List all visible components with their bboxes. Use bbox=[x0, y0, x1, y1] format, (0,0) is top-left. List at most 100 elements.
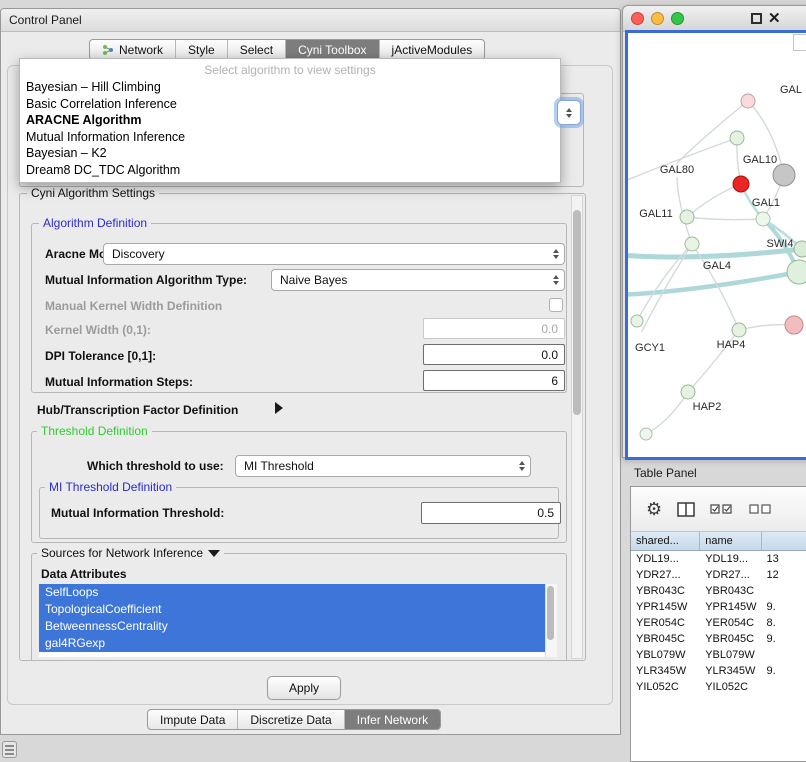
settings-scrollbar[interactable] bbox=[571, 195, 583, 659]
tab-network[interactable]: Network bbox=[90, 40, 176, 59]
mi-steps-input[interactable]: 6 bbox=[423, 370, 565, 391]
tab-jactivemodules[interactable]: jActiveModules bbox=[380, 40, 485, 59]
network-node-label: GAL4 bbox=[703, 260, 731, 272]
network-scrollbar-stub[interactable] bbox=[793, 34, 806, 51]
network-node[interactable] bbox=[773, 164, 795, 186]
apply-button[interactable]: Apply bbox=[267, 676, 341, 700]
show-columns-icon[interactable] bbox=[677, 502, 695, 517]
table-cell: YIL052C bbox=[700, 679, 761, 695]
table-cell: 8. bbox=[762, 615, 806, 631]
algorithm-option[interactable]: Basic Correlation Inference bbox=[20, 96, 560, 113]
table-cell: 12 bbox=[762, 567, 806, 583]
close-window-icon[interactable] bbox=[631, 12, 644, 25]
table-toolbar: ⚙ bbox=[631, 487, 806, 532]
network-node-label: GAL1 bbox=[752, 197, 780, 209]
network-node[interactable] bbox=[785, 316, 803, 334]
deselect-all-icon[interactable] bbox=[749, 503, 773, 515]
column-header-clipped[interactable] bbox=[762, 532, 806, 551]
settings-icon[interactable]: ⚙ bbox=[646, 500, 662, 518]
network-node[interactable] bbox=[787, 260, 806, 284]
table-row[interactable]: YIL052CYIL052C bbox=[631, 679, 806, 695]
network-node[interactable] bbox=[640, 428, 652, 440]
attribute-item-selected[interactable]: TopologicalCoefficient bbox=[39, 601, 557, 618]
combo-arrows-icon bbox=[553, 249, 559, 259]
dpi-tolerance-label: DPI Tolerance [0,1]: bbox=[45, 349, 156, 363]
settings-scrollbar-thumb[interactable] bbox=[573, 210, 581, 415]
table-cell: 9. bbox=[762, 631, 806, 647]
table-row[interactable]: YBR043CYBR043C bbox=[631, 583, 806, 599]
network-node[interactable] bbox=[680, 210, 694, 224]
table-row[interactable]: YBR045CYBR045C9. bbox=[631, 631, 806, 647]
network-edge[interactable] bbox=[687, 217, 763, 220]
desktop: Control Panel Network Style Select Cyni … bbox=[0, 0, 806, 762]
manual-kernel-width-checkbox[interactable] bbox=[549, 298, 563, 312]
table-row[interactable]: YBL079WYBL079W bbox=[631, 647, 806, 663]
hub-expand-icon[interactable] bbox=[275, 402, 283, 414]
network-node[interactable] bbox=[685, 237, 699, 251]
table-row[interactable]: YDR27...YDR27...12 bbox=[631, 567, 806, 583]
select-all-icon[interactable] bbox=[710, 503, 734, 515]
column-header-shared-name[interactable]: shared... bbox=[631, 532, 700, 551]
network-edge[interactable] bbox=[628, 138, 737, 183]
attribute-item-selected[interactable]: gal4RGexp bbox=[39, 635, 557, 652]
network-node-label: GAL11 bbox=[639, 208, 672, 220]
column-header-name[interactable]: name bbox=[700, 532, 761, 551]
algorithm-definition-title: Algorithm Definition bbox=[39, 217, 151, 230]
table-row[interactable]: YDL19...YDL19...13 bbox=[631, 551, 806, 567]
network-node[interactable] bbox=[730, 131, 744, 145]
which-threshold-combo[interactable]: MI Threshold bbox=[235, 455, 531, 477]
algorithm-option[interactable]: Mutual Information Inference bbox=[20, 129, 560, 146]
network-node[interactable] bbox=[732, 323, 746, 337]
tab-discretize-data[interactable]: Discretize Data bbox=[238, 710, 344, 729]
algorithm-combo-stepper[interactable] bbox=[557, 100, 581, 125]
network-node[interactable] bbox=[733, 176, 749, 192]
table-cell: YBR043C bbox=[700, 583, 761, 599]
mi-algorithm-type-combo[interactable]: Naive Bayes bbox=[271, 269, 565, 291]
network-node[interactable] bbox=[756, 212, 770, 226]
attribute-item-selected[interactable]: BetweennessCentrality bbox=[39, 618, 557, 635]
mi-threshold-input[interactable]: 0.5 bbox=[421, 502, 561, 524]
tab-select[interactable]: Select bbox=[228, 40, 286, 59]
table-row[interactable]: YLR345WYLR345W9. bbox=[631, 663, 806, 679]
algorithm-option[interactable]: Bayesian – Hill Climbing bbox=[20, 79, 560, 96]
aracne-mode-combo[interactable]: Discovery bbox=[103, 243, 565, 265]
tab-style[interactable]: Style bbox=[176, 40, 228, 59]
algorithm-option[interactable]: Bayesian – K2 bbox=[20, 145, 560, 162]
network-edge[interactable] bbox=[628, 249, 802, 257]
attributes-scrollbar-thumb[interactable] bbox=[547, 586, 554, 640]
zoom-window-icon[interactable] bbox=[671, 12, 684, 25]
table-cell: YDL19... bbox=[631, 551, 700, 567]
network-edge[interactable] bbox=[628, 272, 799, 295]
table-row[interactable]: YER054CYER054C8. bbox=[631, 615, 806, 631]
sources-collapse-icon[interactable] bbox=[208, 550, 220, 557]
network-node[interactable] bbox=[741, 94, 755, 108]
algorithm-option-aracne[interactable]: ARACNE Algorithm bbox=[20, 112, 560, 129]
attributes-scrollbar[interactable] bbox=[545, 584, 557, 657]
tab-cyni-toolbox[interactable]: Cyni Toolbox bbox=[286, 40, 379, 59]
close-panel-button[interactable]: ✕ bbox=[768, 9, 781, 27]
data-attributes-label: Data Attributes bbox=[41, 567, 127, 581]
algorithm-option[interactable]: Dream8 DC_TDC Algorithm bbox=[20, 162, 560, 179]
float-panel-button[interactable] bbox=[751, 13, 762, 24]
table-row[interactable]: YPR145WYPR145W9. bbox=[631, 599, 806, 615]
control-panel-window: Control Panel Network Style Select Cyni … bbox=[0, 8, 621, 735]
network-node[interactable] bbox=[631, 315, 643, 327]
table-cell: 9. bbox=[762, 663, 806, 679]
table-cell: YLR345W bbox=[700, 663, 761, 679]
attribute-item-selected[interactable]: SelfLoops bbox=[39, 584, 557, 601]
tab-impute-data[interactable]: Impute Data bbox=[148, 710, 238, 729]
tab-infer-network[interactable]: Infer Network bbox=[345, 710, 440, 729]
network-edge[interactable] bbox=[646, 392, 688, 434]
data-attributes-list[interactable]: SelfLoops TopologicalCoefficient Between… bbox=[39, 584, 557, 657]
network-canvas[interactable]: GALGAL80GAL10GAL1GAL11SWI4GAL4GCY1HAP4HA… bbox=[628, 33, 806, 457]
which-threshold-value: MI Threshold bbox=[244, 459, 314, 473]
minimize-window-icon[interactable] bbox=[651, 12, 664, 25]
network-node[interactable] bbox=[681, 385, 695, 399]
dpi-tolerance-input[interactable]: 0.0 bbox=[423, 344, 565, 365]
control-panel-titlebar[interactable]: Control Panel bbox=[1, 9, 620, 32]
network-edge[interactable] bbox=[687, 184, 741, 217]
network-node[interactable] bbox=[794, 241, 806, 257]
network-node-label: HAP4 bbox=[717, 339, 746, 351]
collapsed-panel-icon[interactable] bbox=[2, 741, 17, 758]
kernel-width-input[interactable]: 0.0 bbox=[423, 318, 565, 339]
